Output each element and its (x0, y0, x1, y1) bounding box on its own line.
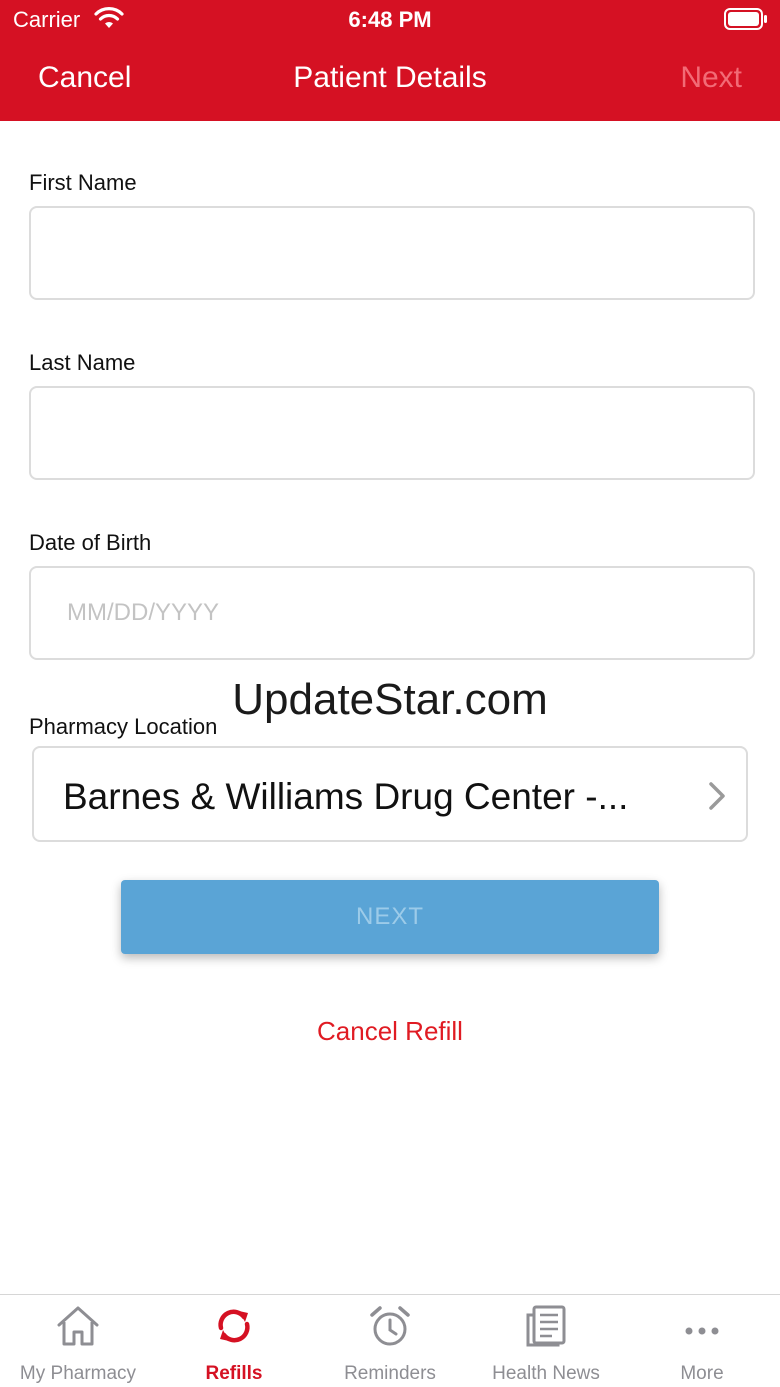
alarm-clock-icon (370, 1306, 410, 1346)
pharmacy-location-label: Pharmacy Location (29, 714, 218, 739)
page-title: Patient Details (293, 61, 487, 94)
first-name-input[interactable] (31, 208, 753, 298)
next-button[interactable]: NEXT (121, 880, 659, 954)
cancel-refill-link[interactable]: Cancel Refill (0, 1016, 780, 1047)
tab-reminders[interactable]: Reminders (312, 1295, 468, 1387)
tab-health-news[interactable]: Health News (468, 1295, 624, 1387)
more-icon (685, 1327, 719, 1335)
last-name-field-container (29, 386, 755, 480)
next-nav-button[interactable]: Next (680, 61, 742, 95)
tab-label: My Pharmacy (19, 1363, 137, 1384)
chevron-right-icon (709, 782, 725, 810)
last-name-input[interactable] (31, 388, 753, 478)
tab-label: Reminders (344, 1363, 436, 1384)
pharmacy-location-select[interactable]: Barnes & Williams Drug Center -... (32, 746, 748, 842)
dob-field-container (29, 566, 755, 660)
first-name-label: First Name (29, 170, 137, 195)
tab-label: Refills (205, 1363, 263, 1384)
pharmacy-location-value: Barnes & Williams Drug Center -... (63, 776, 629, 817)
tab-bar: My Pharmacy Refills Reminders Health New… (0, 1294, 780, 1387)
newspaper-icon (526, 1305, 566, 1347)
tab-my-pharmacy[interactable]: My Pharmacy (0, 1295, 156, 1387)
status-bar: Carrier 6:48 PM (0, 0, 780, 40)
refresh-icon (218, 1309, 250, 1343)
tab-label: More (680, 1363, 724, 1384)
tab-refills[interactable]: Refills (156, 1295, 312, 1387)
first-name-field-container (29, 206, 755, 300)
tab-label: Health News (492, 1363, 600, 1384)
dob-label: Date of Birth (29, 530, 152, 555)
home-icon (57, 1306, 99, 1346)
battery-icon (724, 8, 767, 30)
last-name-label: Last Name (29, 350, 136, 375)
app-header: Carrier 6:48 PM Cancel Patient Details N… (0, 0, 780, 121)
tab-more[interactable]: More (624, 1295, 780, 1387)
dob-input[interactable] (31, 568, 753, 658)
status-time: 6:48 PM (348, 7, 432, 32)
